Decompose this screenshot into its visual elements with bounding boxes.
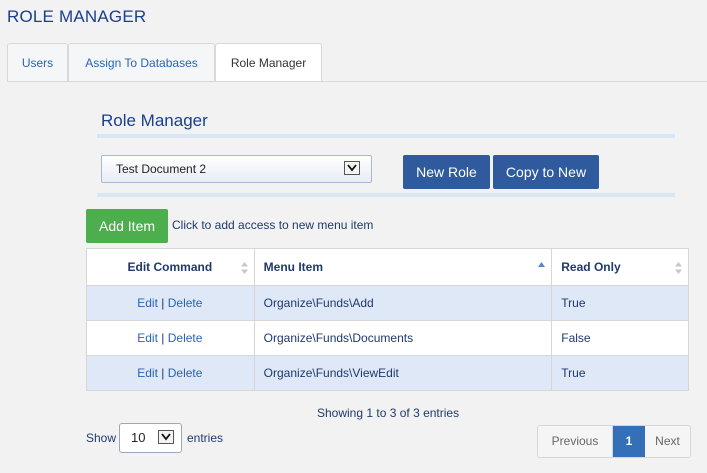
tab-role-manager[interactable]: Role Manager — [215, 43, 322, 82]
delete-link[interactable]: Delete — [168, 331, 203, 345]
chevron-down-icon — [344, 161, 360, 175]
menu-item-cell: Organize\Funds\ViewEdit — [253, 355, 553, 391]
column-header-label: Menu Item — [263, 260, 324, 274]
link-separator: | — [161, 296, 165, 310]
link-separator: | — [161, 331, 165, 345]
column-header-label: Read Only — [561, 260, 621, 274]
tab-users[interactable]: Users — [7, 43, 68, 81]
table-row: Edit | Delete Organize\Funds\ViewEdit Tr… — [86, 355, 689, 391]
column-header-label: Edit Command — [127, 260, 213, 274]
page-title: ROLE MANAGER — [7, 7, 147, 26]
role-items-table: Edit Command Menu Item Read Only Edit | — [86, 248, 689, 391]
new-role-button[interactable]: New Role — [403, 155, 490, 189]
role-select[interactable]: Test Document 2 — [101, 155, 372, 183]
column-header-edit-command[interactable]: Edit Command — [86, 248, 255, 286]
edit-link[interactable]: Edit — [137, 296, 158, 310]
tab-assign-to-databases[interactable]: Assign To Databases — [68, 43, 215, 81]
edit-link[interactable]: Edit — [137, 366, 158, 380]
toolbar-divider — [97, 193, 675, 197]
edit-command-cell: Edit | Delete — [86, 285, 255, 321]
link-separator: | — [161, 366, 165, 380]
menu-item-cell: Organize\Funds\Add — [253, 285, 553, 321]
sort-icon — [240, 262, 248, 274]
page-length-select[interactable]: 10 — [119, 423, 182, 453]
sort-icon — [675, 262, 682, 274]
sort-asc-icon — [538, 262, 546, 267]
read-only-cell: True — [551, 285, 689, 321]
table-info: Showing 1 to 3 of 3 entries — [317, 406, 460, 420]
column-header-read-only[interactable]: Read Only — [551, 248, 689, 286]
read-only-cell: True — [551, 355, 689, 391]
edit-command-cell: Edit | Delete — [86, 320, 255, 356]
tab-divider — [7, 81, 707, 82]
column-header-menu-item[interactable]: Menu Item — [253, 248, 553, 286]
role-select-value: Test Document 2 — [116, 162, 207, 176]
edit-link[interactable]: Edit — [137, 331, 158, 345]
menu-item-cell: Organize\Funds\Documents — [253, 320, 553, 356]
edit-command-cell: Edit | Delete — [86, 355, 255, 391]
tab-bar: Users Assign To Databases Role Manager — [7, 43, 707, 82]
read-only-cell: False — [551, 320, 689, 356]
delete-link[interactable]: Delete — [168, 366, 203, 380]
section-divider — [97, 134, 675, 138]
show-label: Show — [86, 431, 117, 445]
page: ROLE MANAGER Users Assign To Databases R… — [0, 0, 707, 473]
page-length-value: 10 — [131, 430, 146, 445]
pagination: Previous 1 Next — [537, 425, 691, 458]
copy-to-new-button[interactable]: Copy to New — [493, 155, 599, 189]
page-1-button[interactable]: 1 — [613, 426, 645, 457]
section-title: Role Manager — [101, 111, 208, 130]
table-row: Edit | Delete Organize\Funds\Documents F… — [86, 320, 689, 356]
table-header-row: Edit Command Menu Item Read Only — [86, 248, 689, 286]
entries-label: entries — [187, 431, 224, 445]
previous-page-button[interactable]: Previous — [538, 426, 613, 457]
table-row: Edit | Delete Organize\Funds\Add True — [86, 285, 689, 321]
add-item-button[interactable]: Add Item — [86, 209, 168, 243]
next-page-button[interactable]: Next — [645, 426, 690, 457]
delete-link[interactable]: Delete — [168, 296, 203, 310]
chevron-down-icon — [158, 430, 174, 444]
add-item-hint: Click to add access to new menu item — [172, 218, 374, 232]
